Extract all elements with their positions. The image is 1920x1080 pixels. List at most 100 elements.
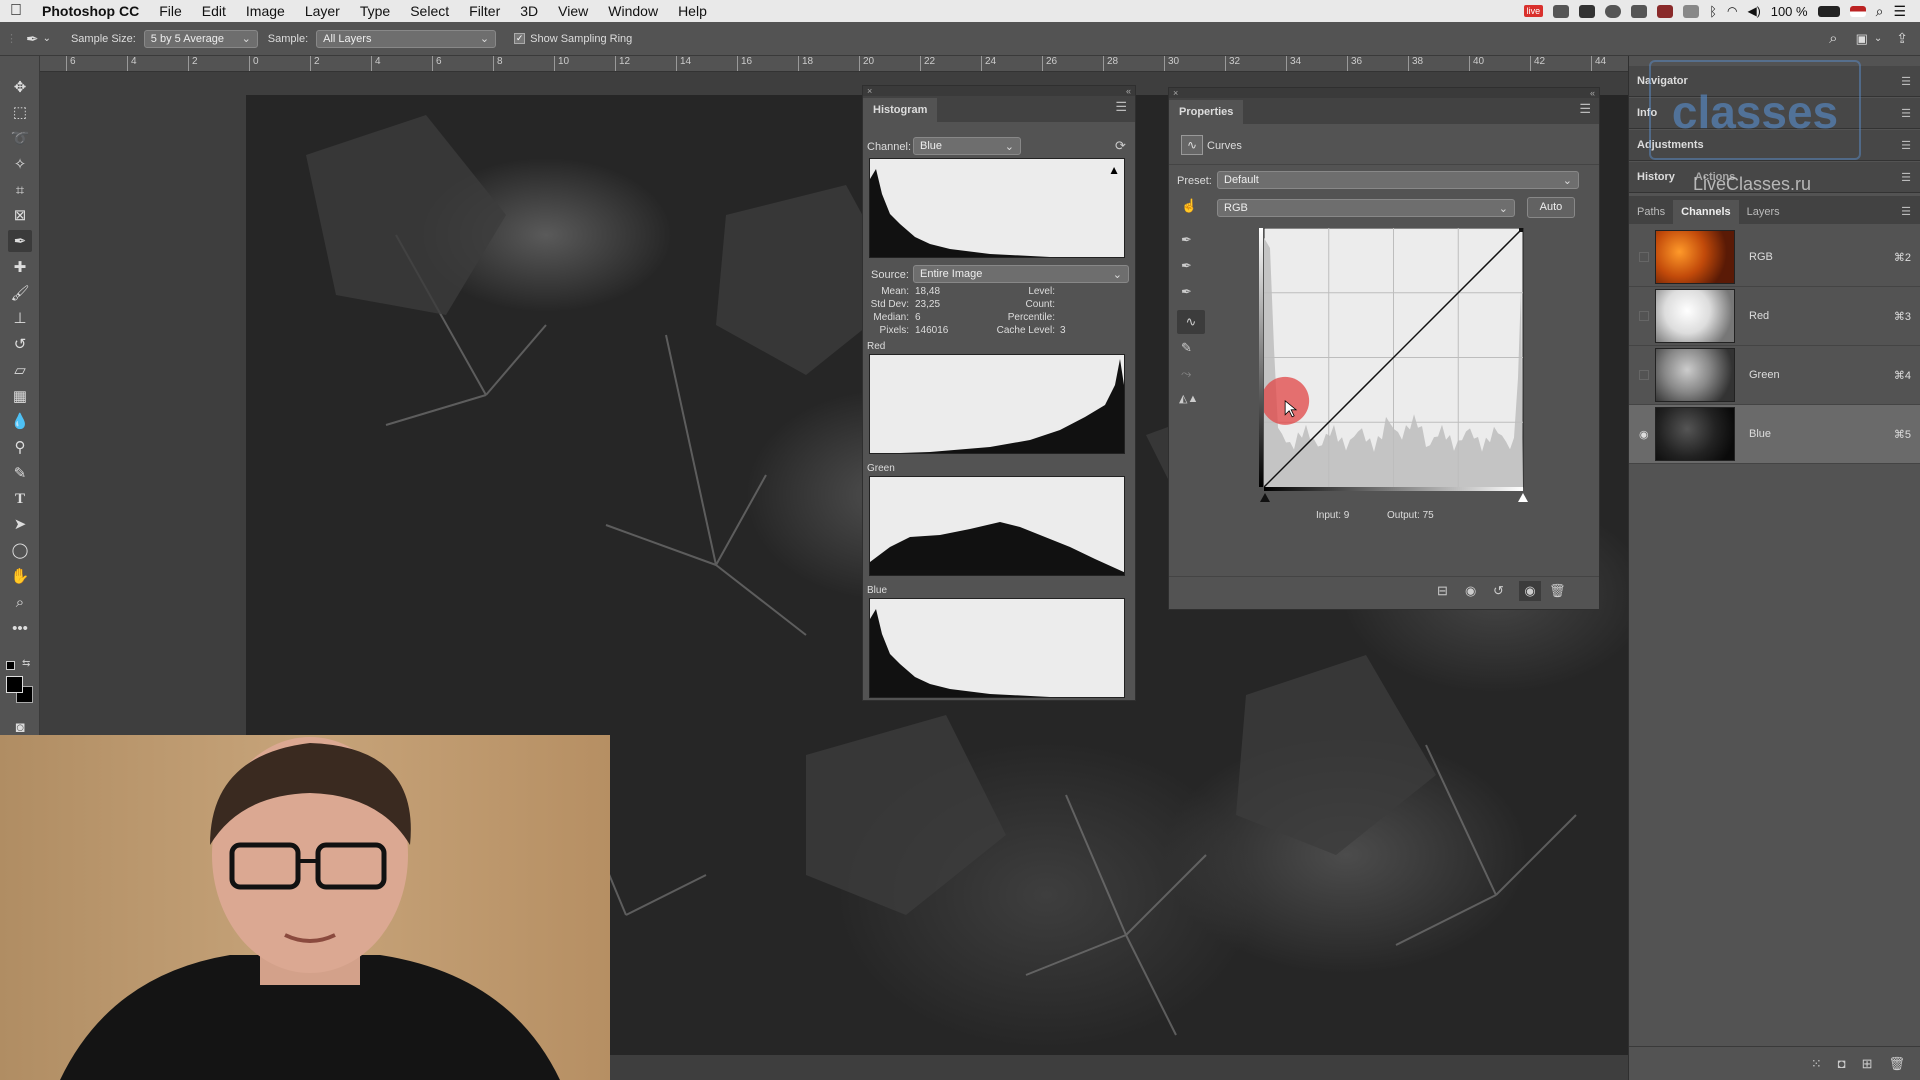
blur-tool-icon[interactable]: 💧 bbox=[8, 410, 32, 432]
foreground-color-swatch[interactable] bbox=[6, 676, 23, 693]
channel-row-green[interactable]: Green ⌘4 bbox=[1629, 346, 1920, 405]
screen-icon[interactable] bbox=[1631, 4, 1648, 18]
wifi-icon[interactable]: ◠ bbox=[1727, 4, 1737, 18]
lasso-tool-icon[interactable]: ➰ bbox=[8, 127, 32, 149]
crop-tool-icon[interactable]: ⌗ bbox=[8, 179, 32, 201]
panel-menu-icon[interactable]: ☰ bbox=[1901, 139, 1911, 152]
battery-icon[interactable] bbox=[1817, 5, 1840, 17]
sampling-ring-checkbox[interactable]: ✓ bbox=[514, 33, 526, 44]
collapse-icon[interactable]: « bbox=[1590, 88, 1595, 98]
refresh-icon[interactable]: ⟳ bbox=[1115, 138, 1126, 154]
creative-cloud-icon[interactable] bbox=[1605, 4, 1622, 18]
brush-tool-icon[interactable]: 🖌 bbox=[8, 282, 32, 304]
curves-graph[interactable] bbox=[1261, 227, 1528, 492]
cloud-icon[interactable] bbox=[1683, 4, 1700, 18]
more-tools-icon[interactable]: ••• bbox=[8, 617, 32, 639]
close-icon[interactable]: × bbox=[1173, 88, 1178, 98]
zoom-tool-icon[interactable]: ⌕ bbox=[8, 591, 32, 613]
view-previous-state-icon[interactable]: ◉ bbox=[1465, 583, 1476, 599]
magic-wand-tool-icon[interactable]: ✧ bbox=[8, 153, 32, 175]
smooth-curve-icon[interactable]: ⤳ bbox=[1181, 366, 1191, 382]
stamp-tool-icon[interactable]: ⊥ bbox=[8, 307, 32, 329]
notification-center-icon[interactable]: ☰ bbox=[1893, 3, 1906, 20]
channel-row-red[interactable]: Red ⌘3 bbox=[1629, 287, 1920, 346]
flag-icon[interactable] bbox=[1849, 5, 1866, 17]
panel-menu-icon[interactable]: ☰ bbox=[1115, 99, 1127, 115]
curve-points-icon[interactable]: ∿ bbox=[1177, 310, 1205, 334]
tab-histogram[interactable]: Histogram bbox=[863, 98, 938, 122]
black-point-eyedropper-icon[interactable]: ✒ bbox=[1181, 232, 1192, 248]
target-adjust-hand-icon[interactable]: ☝ bbox=[1181, 198, 1197, 214]
dropbox-icon[interactable] bbox=[1579, 4, 1596, 18]
curves-graph-svg[interactable] bbox=[1261, 227, 1528, 492]
auto-button[interactable]: Auto bbox=[1527, 197, 1575, 218]
clip-to-layer-icon[interactable]: ⊟ bbox=[1437, 583, 1448, 599]
swap-colors-icon[interactable]: ⇆ bbox=[22, 658, 30, 669]
healing-brush-tool-icon[interactable]: ✚ bbox=[8, 256, 32, 278]
dodge-tool-icon[interactable]: ⚲ bbox=[8, 436, 32, 458]
visibility-eye-icon[interactable]: ◉ bbox=[1639, 428, 1651, 441]
delete-trash-icon[interactable]: 🗑 bbox=[1549, 583, 1566, 599]
panel-menu-icon[interactable]: ☰ bbox=[1901, 107, 1911, 120]
eyedropper-preset-icon[interactable]: ✒ bbox=[26, 30, 39, 48]
load-selection-icon[interactable]: ⁙ bbox=[1811, 1056, 1822, 1072]
curves-channel-select[interactable]: RGB bbox=[1217, 199, 1515, 217]
bluetooth-icon[interactable]: ᛒ bbox=[1709, 4, 1717, 19]
menu-file[interactable]: File bbox=[149, 3, 192, 19]
history-brush-tool-icon[interactable]: ↺ bbox=[8, 333, 32, 355]
channel-row-rgb[interactable]: RGB ⌘2 bbox=[1629, 228, 1920, 287]
preset-chevron-icon[interactable]: ⌄ bbox=[43, 33, 51, 44]
app-status-icon[interactable] bbox=[1657, 4, 1674, 18]
menu-select[interactable]: Select bbox=[400, 3, 459, 19]
sample-size-select[interactable]: 5 by 5 Average bbox=[143, 29, 258, 48]
cache-warning-icon[interactable]: ▲ bbox=[1108, 163, 1120, 177]
tab-properties[interactable]: Properties bbox=[1169, 100, 1244, 124]
pen-tool-icon[interactable]: ✎ bbox=[8, 462, 32, 484]
collapse-icon[interactable]: « bbox=[1126, 86, 1131, 96]
visibility-toggle[interactable] bbox=[1639, 252, 1649, 262]
eraser-tool-icon[interactable]: ▱ bbox=[8, 359, 32, 381]
menu-help[interactable]: Help bbox=[668, 3, 717, 19]
tab-paths[interactable]: Paths bbox=[1629, 200, 1673, 224]
app-menu[interactable]: Photoshop CC bbox=[32, 3, 149, 19]
menu-edit[interactable]: Edit bbox=[192, 3, 236, 19]
hand-tool-icon[interactable]: ✋ bbox=[8, 565, 32, 587]
channel-row-blue[interactable]: ◉ Blue ⌘5 bbox=[1629, 405, 1920, 464]
white-point-eyedropper-icon[interactable]: ✒ bbox=[1181, 284, 1192, 300]
delete-channel-icon[interactable]: 🗑 bbox=[1888, 1056, 1905, 1072]
tab-channels[interactable]: Channels bbox=[1673, 200, 1739, 224]
path-selection-tool-icon[interactable]: ➤ bbox=[8, 513, 32, 535]
eyedropper-tool-icon[interactable]: ✒ bbox=[8, 230, 32, 252]
live-badge-icon[interactable]: live bbox=[1523, 5, 1544, 17]
save-selection-icon[interactable]: ◘ bbox=[1838, 1056, 1846, 1071]
channel-select[interactable]: Blue bbox=[913, 137, 1021, 155]
menu-layer[interactable]: Layer bbox=[295, 3, 350, 19]
sample-select[interactable]: All Layers bbox=[316, 29, 497, 48]
move-tool-icon[interactable]: ✥ bbox=[8, 76, 32, 98]
ellipse-tool-icon[interactable]: ◯ bbox=[8, 539, 32, 561]
visibility-toggle[interactable] bbox=[1639, 311, 1649, 321]
workspace-icon[interactable]: ▣ bbox=[1856, 31, 1868, 47]
panel-menu-icon[interactable]: ☰ bbox=[1901, 75, 1911, 88]
clipping-warning-icon[interactable]: ◭▲ bbox=[1179, 392, 1198, 405]
gradient-tool-icon[interactable]: ▦ bbox=[8, 385, 32, 407]
menu-view[interactable]: View bbox=[548, 3, 598, 19]
menu-3d[interactable]: 3D bbox=[510, 3, 548, 19]
apple-menu-icon[interactable]:  bbox=[0, 2, 32, 20]
tab-layers[interactable]: Layers bbox=[1739, 200, 1788, 224]
menu-window[interactable]: Window bbox=[598, 3, 668, 19]
share-icon[interactable]: ⇪ bbox=[1896, 30, 1908, 47]
panel-menu-icon[interactable]: ☰ bbox=[1901, 205, 1911, 218]
search-icon[interactable]: ⌕ bbox=[1829, 30, 1837, 47]
menu-filter[interactable]: Filter bbox=[459, 3, 510, 19]
workspace-chevron-icon[interactable]: ⌄ bbox=[1874, 33, 1882, 44]
panel-menu-icon[interactable]: ☰ bbox=[1901, 171, 1911, 184]
gray-point-eyedropper-icon[interactable]: ✒ bbox=[1181, 258, 1192, 274]
black-point-slider[interactable] bbox=[1260, 493, 1270, 502]
marquee-tool-icon[interactable]: ⬚ bbox=[8, 101, 32, 123]
visibility-toggle[interactable] bbox=[1639, 370, 1649, 380]
pencil-draw-icon[interactable]: ✎ bbox=[1181, 340, 1192, 356]
menu-image[interactable]: Image bbox=[236, 3, 295, 19]
white-point-slider[interactable] bbox=[1518, 493, 1528, 502]
preset-select[interactable]: Default bbox=[1217, 171, 1579, 189]
